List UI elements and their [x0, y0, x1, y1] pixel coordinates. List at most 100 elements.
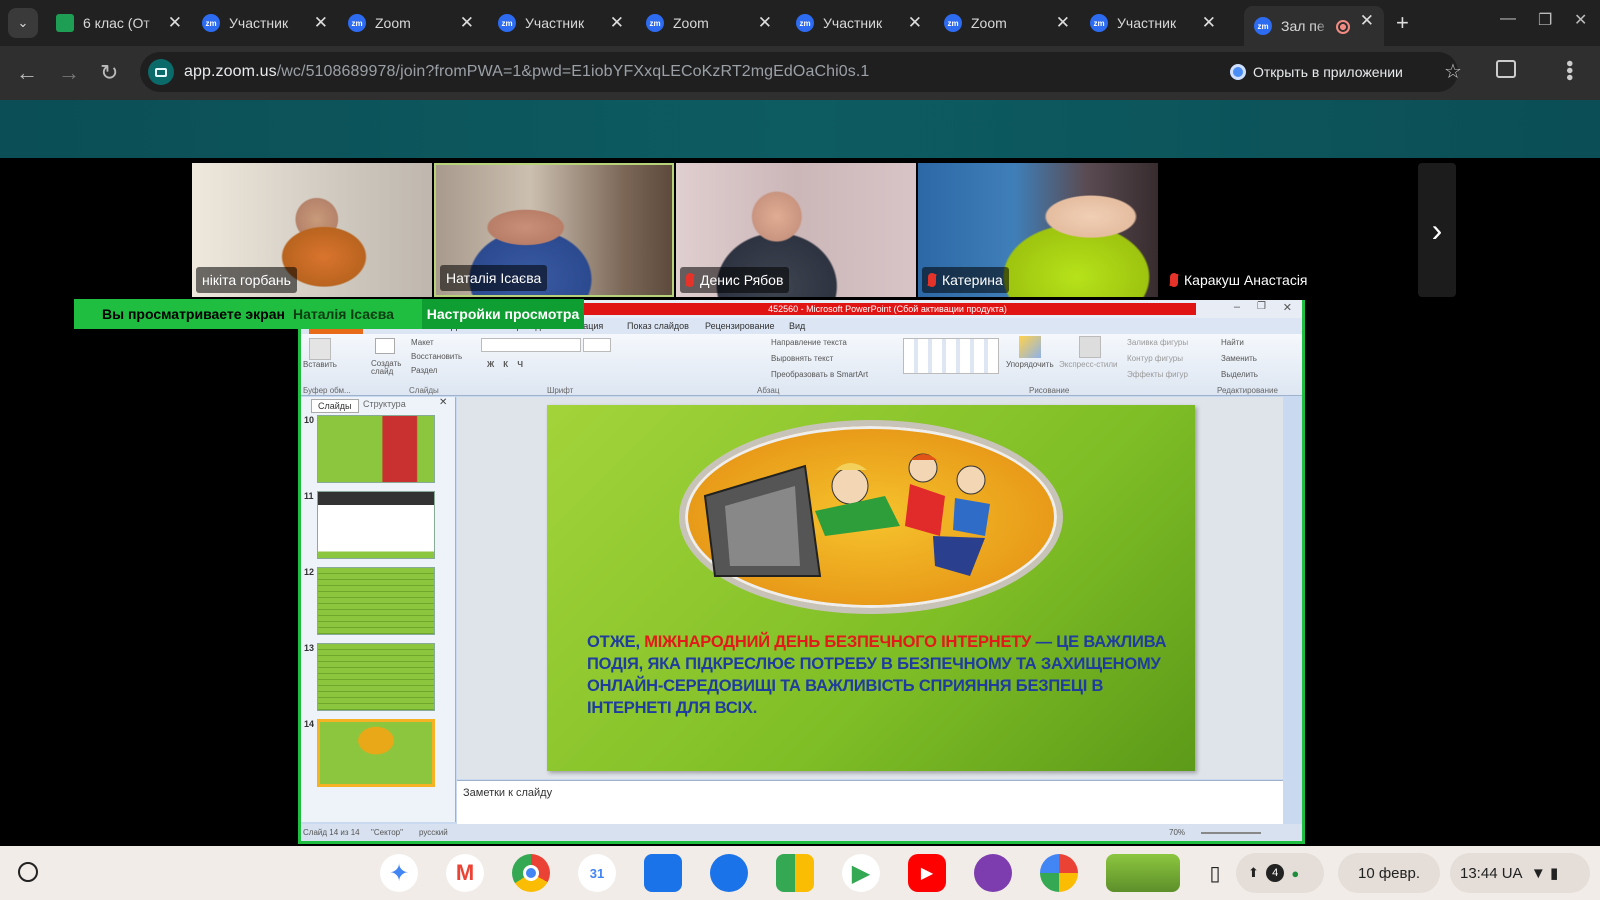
text-direction-button[interactable]: Направление текста [771, 338, 847, 347]
quick-styles-button[interactable]: Экспресс-стили [1059, 360, 1118, 369]
slide-thumbnail[interactable] [317, 415, 435, 483]
ppt-close-icon[interactable]: ✕ [1283, 301, 1292, 314]
ppt-restore-icon[interactable]: ❐ [1257, 301, 1266, 312]
close-icon[interactable]: ✕ [460, 13, 474, 33]
close-icon[interactable]: ✕ [758, 13, 772, 33]
notification-tray[interactable]: ⬆ 4 ● [1236, 853, 1324, 893]
restore-icon[interactable]: ❐ [1538, 10, 1552, 30]
extensions-icon[interactable] [1496, 60, 1516, 78]
paste-icon[interactable] [309, 338, 331, 360]
find-button[interactable]: Найти [1221, 338, 1244, 347]
gmail-icon[interactable]: M [446, 854, 484, 892]
ppt-tab[interactable]: Рецензирование [705, 321, 775, 331]
url-text[interactable]: app.zoom.us/wc/5108689978/join?fromPWA=1… [184, 63, 869, 81]
participant-video[interactable]: Денис Рябов [676, 163, 916, 297]
font-style-buttons[interactable]: ЖКЧ [487, 360, 532, 369]
shape-fill-button[interactable]: Заливка фигуры [1127, 338, 1188, 347]
close-icon[interactable]: ✕ [1360, 11, 1374, 31]
minimize-icon[interactable]: — [1500, 10, 1516, 28]
reset-button[interactable]: Восстановить [411, 352, 462, 361]
close-icon[interactable]: ✕ [908, 13, 922, 33]
youtube-icon[interactable]: ▶ [908, 854, 946, 892]
current-slide[interactable]: Отже, Міжнародний День безпечного Інтерн… [547, 405, 1195, 771]
shape-effects-button[interactable]: Эффекты фигур [1127, 370, 1188, 379]
slide-thumbnail[interactable] [317, 643, 435, 711]
participant-video[interactable]: Катерина [918, 163, 1158, 297]
quick-styles-icon[interactable] [1079, 336, 1101, 358]
close-icon[interactable]: ✕ [314, 13, 328, 33]
align-text-button[interactable]: Выровнять текст [771, 354, 833, 363]
forward-button[interactable]: → [58, 60, 80, 86]
arrange-icon[interactable] [1019, 336, 1041, 358]
viber-icon[interactable] [974, 854, 1012, 892]
replace-button[interactable]: Заменить [1221, 354, 1257, 363]
tablet-mode-icon[interactable]: ▯ [1196, 854, 1234, 892]
camera-icon[interactable] [148, 59, 174, 85]
browser-tab[interactable]: zm Участник ✕ [1080, 8, 1226, 38]
tab-search-button[interactable]: ⌄ [8, 8, 38, 38]
close-icon[interactable]: ✕ [1202, 13, 1216, 33]
browser-tab[interactable]: zm Участник ✕ [192, 8, 338, 38]
font-size-field[interactable] [583, 338, 611, 352]
ppt-minimize-icon[interactable]: – [1234, 301, 1240, 313]
reload-button[interactable]: ↻ [100, 60, 118, 86]
browser-tab[interactable]: 6 клас (От ✕ [46, 8, 192, 38]
paste-button[interactable]: Вставить [303, 360, 337, 369]
select-button[interactable]: Выделить [1221, 370, 1258, 379]
close-panel-icon[interactable]: ✕ [439, 397, 447, 408]
shape-outline-button[interactable]: Контур фигуры [1127, 354, 1183, 363]
tab-title: 6 клас (От [83, 15, 150, 31]
new-tab-button[interactable]: + [1396, 10, 1409, 36]
browser-tab[interactable]: zm Участник ✕ [488, 8, 634, 38]
bookmark-star-icon[interactable]: ☆ [1444, 59, 1462, 84]
calendar-icon[interactable]: 31 [578, 854, 616, 892]
date-button[interactable]: 10 февр. [1338, 853, 1440, 893]
font-name-field[interactable] [481, 338, 581, 352]
ppt-tab[interactable]: Вид [789, 321, 805, 331]
system-tray[interactable]: 13:44 UA ▼ ▮ [1450, 853, 1590, 893]
browser-tab[interactable]: zm Участник ✕ [786, 8, 932, 38]
slide-thumbnail[interactable] [317, 567, 435, 635]
close-window-icon[interactable]: ✕ [1574, 10, 1587, 30]
launcher-button[interactable] [18, 862, 38, 882]
smartart-button[interactable]: Преобразовать в SmartArt [771, 370, 868, 379]
browser-tab-active[interactable]: zm Зал пе ✕ [1244, 6, 1384, 46]
new-slide-button[interactable]: Создать слайд [371, 360, 405, 376]
next-page-button[interactable]: › [1418, 163, 1456, 297]
shapes-gallery[interactable] [903, 338, 999, 374]
back-button[interactable]: ← [16, 60, 38, 86]
zoom-slider[interactable] [1201, 832, 1261, 834]
close-icon[interactable]: ✕ [1056, 13, 1070, 33]
participant-video-speaking[interactable]: Наталія Ісаєва [434, 163, 674, 297]
messages-icon[interactable] [710, 854, 748, 892]
ppt-tab[interactable]: Показ слайдов [627, 321, 689, 331]
shared-screen[interactable]: 452560 - Microsoft PowerPoint (Сбой акти… [298, 300, 1305, 844]
browser-tab[interactable]: zm Zoom ✕ [934, 8, 1080, 38]
slide-thumbnail-selected[interactable] [317, 719, 435, 787]
view-settings-button[interactable]: Настройки просмотра [422, 299, 584, 329]
menu-icon[interactable]: ••• [1558, 60, 1580, 81]
close-icon[interactable]: ✕ [610, 13, 624, 33]
browser-tab[interactable]: zm Zoom ✕ [338, 8, 484, 38]
address-bar[interactable]: app.zoom.us/wc/5108689978/join?fromPWA=1… [140, 52, 1462, 92]
participant-tile[interactable]: Каракуш Анастасія [1160, 163, 1400, 297]
layout-button[interactable]: Макет [411, 338, 434, 347]
meet-icon[interactable] [776, 854, 814, 892]
outline-tab[interactable]: Структура [363, 399, 406, 409]
section-button[interactable]: Раздел [411, 366, 437, 375]
participant-video[interactable]: нікіта горбань [192, 163, 432, 297]
chrome-icon[interactable] [512, 854, 550, 892]
slide-thumbnail[interactable] [317, 491, 435, 559]
browser-tab[interactable]: zm Zoom ✕ [636, 8, 782, 38]
play-store-icon[interactable]: ▶ [842, 854, 880, 892]
slide-notes[interactable]: Заметки к слайду [457, 780, 1283, 824]
new-slide-icon[interactable] [375, 338, 395, 354]
open-in-app-button[interactable]: Открыть в приложении [1230, 64, 1403, 80]
arrange-button[interactable]: Упорядочить [1006, 360, 1054, 369]
close-icon[interactable]: ✕ [168, 13, 182, 33]
photos-icon[interactable] [1040, 854, 1078, 892]
window-preview[interactable] [1106, 854, 1180, 892]
files-icon[interactable] [644, 854, 682, 892]
slides-tab[interactable]: Слайды [311, 399, 359, 413]
gemini-icon[interactable]: ✦ [380, 854, 418, 892]
